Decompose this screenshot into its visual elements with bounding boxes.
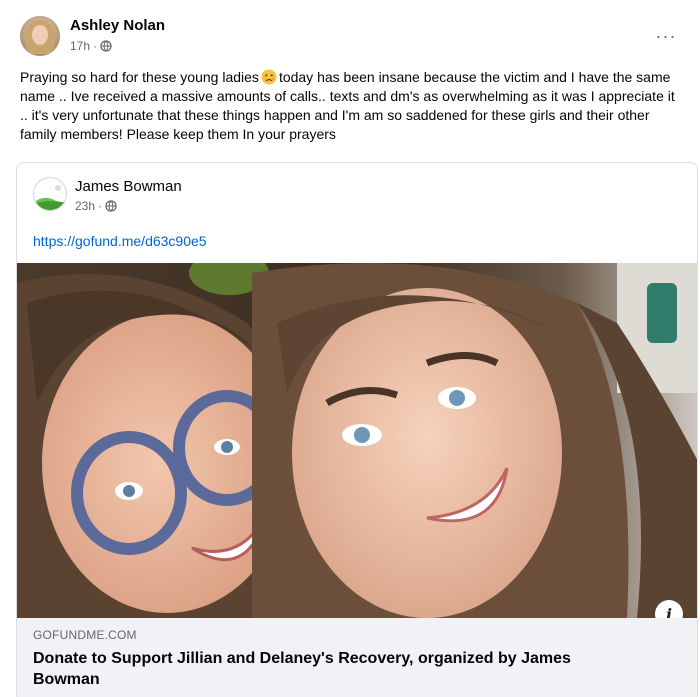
post-header: Ashley Nolan 17h · ··· [20, 14, 680, 58]
facebook-post-card: Ashley Nolan 17h · ··· Praying so hard f… [0, 0, 700, 697]
link-title[interactable]: Donate to Support Jillian and Delaney's … [33, 648, 633, 690]
post-text-part1: Praying so hard for these young ladies [20, 69, 259, 85]
two-smiling-girls-photo [17, 263, 697, 618]
landscape-avatar-icon [34, 178, 66, 210]
shared-meta-separator: · [98, 199, 103, 213]
author-name[interactable]: Ashley Nolan [70, 17, 165, 34]
shared-author-name[interactable]: James Bowman [75, 178, 182, 195]
author-avatar[interactable] [20, 16, 60, 56]
globe-icon [100, 40, 112, 52]
shared-post-time[interactable]: 23h [75, 199, 95, 213]
gofundme-link[interactable]: https://gofund.me/d63c90e5 [33, 233, 207, 249]
meta-separator: · [93, 39, 98, 53]
more-options-button[interactable]: ··· [652, 22, 680, 50]
globe-icon [105, 200, 117, 212]
shared-post[interactable]: James Bowman 23h · https://gofund.me/d63… [16, 162, 698, 697]
sad-tear-emoji-icon [261, 69, 277, 85]
shared-post-header: James Bowman 23h · [33, 177, 673, 217]
post-time[interactable]: 17h [70, 39, 90, 53]
link-domain: GOFUNDME.COM [33, 628, 137, 642]
shared-author-avatar[interactable] [33, 177, 67, 211]
shared-post-meta: 23h · [75, 199, 117, 213]
post-text: Praying so hard for these young ladies t… [20, 68, 680, 144]
post-meta: 17h · [70, 39, 112, 53]
link-preview-footer[interactable]: GOFUNDME.COM Donate to Support Jillian a… [17, 618, 697, 697]
link-preview-photo[interactable]: i [17, 263, 697, 618]
